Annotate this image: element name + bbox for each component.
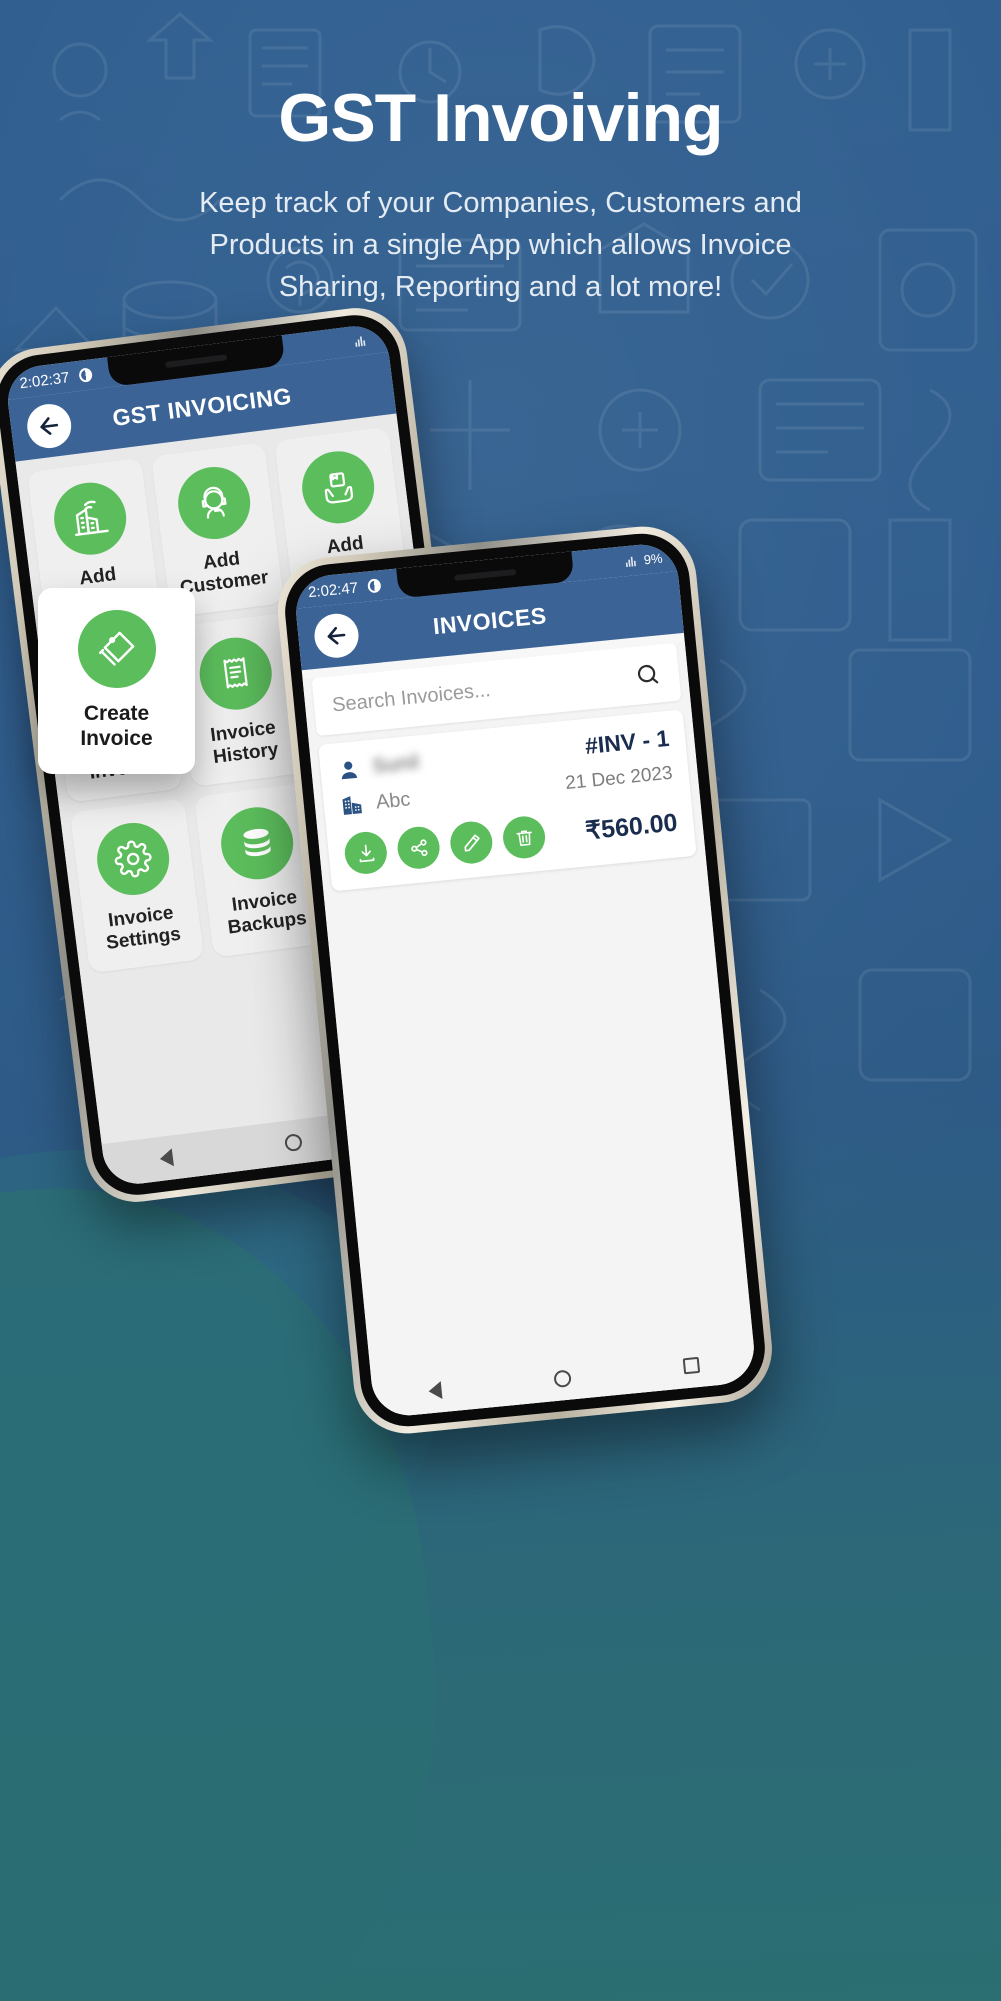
tile-label: Invoice Backups bbox=[226, 887, 308, 939]
highlight-card-create-invoice[interactable]: Create Invoice bbox=[38, 588, 195, 774]
invoice-number: #INV - 1 bbox=[583, 724, 671, 759]
phone-frame-right: 2:02:47 9% INVOICES Search Invoices... S… bbox=[273, 521, 777, 1439]
battery-percent-right: 9% bbox=[642, 550, 664, 567]
nav-home-circle-icon[interactable] bbox=[283, 1132, 303, 1152]
back-arrow-icon bbox=[327, 626, 346, 645]
phone-mockup-right: 2:02:47 9% INVOICES Search Invoices... S… bbox=[273, 521, 777, 1439]
page-title: GST Invoiving bbox=[278, 80, 723, 156]
back-button-right[interactable] bbox=[312, 611, 361, 660]
share-icon bbox=[410, 838, 427, 856]
share-button[interactable] bbox=[395, 824, 442, 871]
highlight-icon-circle bbox=[77, 610, 156, 689]
tile-icon-circle bbox=[297, 447, 379, 528]
hands-package-icon bbox=[324, 472, 353, 504]
back-arrow-icon bbox=[40, 417, 59, 435]
invoices-screen-body: Search Invoices... Sunil #INV - 1 Abc 21… bbox=[302, 641, 758, 1419]
invoice-date: 21 Dec 2023 bbox=[564, 762, 674, 795]
tile-icon-circle bbox=[195, 633, 276, 714]
search-icon[interactable] bbox=[634, 660, 662, 688]
tile-label: Invoice Settings bbox=[105, 902, 183, 955]
signal-icon bbox=[355, 335, 366, 347]
tile-icon-circle bbox=[173, 462, 255, 544]
tile-label: Invoice History bbox=[209, 716, 280, 768]
edit-button[interactable] bbox=[448, 819, 495, 866]
headset-person-icon bbox=[201, 486, 227, 519]
gear-icon bbox=[115, 840, 152, 878]
highlight-card-label: Create Invoice bbox=[80, 702, 153, 750]
trash-icon bbox=[515, 829, 532, 846]
search-placeholder: Search Invoices... bbox=[331, 678, 492, 716]
nav-recents-square-icon[interactable] bbox=[682, 1356, 700, 1375]
phone-bezel-right: 2:02:47 9% INVOICES Search Invoices... S… bbox=[280, 529, 770, 1431]
invoice-pen-icon bbox=[98, 631, 134, 666]
signal-icon bbox=[626, 556, 637, 567]
nav-home-circle-icon[interactable] bbox=[553, 1368, 572, 1388]
delete-button[interactable] bbox=[501, 814, 548, 861]
tile-invoice-settings[interactable]: Invoice Settings bbox=[69, 798, 204, 974]
hero-section: GST Invoiving Keep track of your Compani… bbox=[0, 0, 1001, 308]
invoice-customer-name: Sunil bbox=[371, 751, 421, 778]
person-icon bbox=[341, 761, 358, 779]
invoice-company-name: Abc bbox=[374, 787, 412, 814]
battery-icon bbox=[367, 578, 382, 594]
status-time: 2:02:47 bbox=[307, 578, 359, 601]
invoice-amount: ₹560.00 bbox=[584, 808, 679, 846]
invoice-action-buttons bbox=[342, 814, 548, 876]
tile-icon-circle bbox=[93, 819, 174, 900]
screenshot-stage: GST Invoiving Keep track of your Compani… bbox=[0, 0, 1001, 2001]
building-icon bbox=[342, 796, 362, 815]
phone-screen-right: 2:02:47 9% INVOICES Search Invoices... S… bbox=[292, 541, 758, 1419]
download-button[interactable] bbox=[342, 829, 389, 876]
building-signal-icon bbox=[75, 500, 110, 536]
invoice-list-item[interactable]: Sunil #INV - 1 Abc 21 Dec 2023 ₹560.00 bbox=[318, 709, 697, 892]
battery-icon bbox=[78, 367, 93, 383]
earpiece-speaker bbox=[165, 354, 228, 368]
tile-icon-circle bbox=[50, 478, 131, 559]
status-time: 2:02:37 bbox=[18, 368, 71, 392]
tile-icon-circle bbox=[216, 803, 298, 884]
earpiece-speaker bbox=[454, 568, 517, 581]
nav-back-triangle-icon[interactable] bbox=[159, 1148, 175, 1168]
receipt-icon bbox=[223, 656, 248, 689]
database-icon bbox=[243, 829, 271, 857]
pencil-icon bbox=[463, 833, 480, 852]
page-subtitle: Keep track of your Companies, Customers … bbox=[199, 187, 802, 304]
nav-back-triangle-icon[interactable] bbox=[428, 1381, 443, 1401]
download-icon bbox=[359, 844, 374, 862]
back-button-left[interactable] bbox=[24, 401, 74, 451]
